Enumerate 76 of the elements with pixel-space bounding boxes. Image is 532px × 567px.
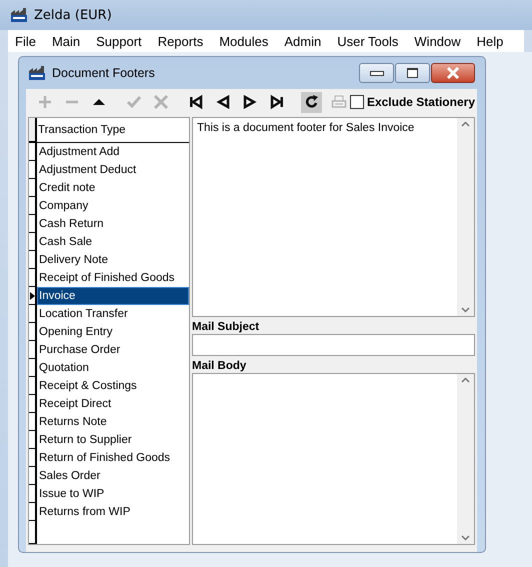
list-item[interactable]: Adjustment Add	[37, 143, 189, 161]
menu-item[interactable]: Support	[96, 34, 150, 48]
row-selector[interactable]	[29, 305, 37, 323]
mail-subject-field[interactable]	[192, 334, 475, 356]
list-item[interactable]: Adjustment Deduct	[37, 161, 189, 179]
menu-item[interactable]: Help	[476, 34, 512, 48]
row-pointer-icon	[30, 292, 35, 300]
row-selector[interactable]	[29, 233, 37, 251]
list-item[interactable]: Receipt Direct	[37, 395, 189, 413]
row-selector[interactable]	[29, 118, 37, 142]
menu-item[interactable]: Modules	[219, 34, 276, 48]
list-item[interactable]: Cash Sale	[37, 233, 189, 251]
row-selector[interactable]	[29, 413, 37, 431]
row-selector[interactable]	[29, 449, 37, 467]
row-selector[interactable]	[29, 485, 37, 503]
list-item[interactable]: Sales Order	[37, 467, 189, 485]
minimize-button[interactable]	[359, 63, 394, 83]
list-item[interactable]: Delivery Note	[37, 251, 189, 269]
list-item[interactable]: Opening Entry	[37, 323, 189, 341]
menu-item[interactable]: Reports	[158, 34, 212, 48]
app-logo-icon	[10, 7, 28, 23]
maximize-button[interactable]	[395, 63, 430, 83]
scroll-down-icon[interactable]	[461, 535, 470, 541]
row-selector[interactable]	[29, 467, 37, 485]
mail-body-field[interactable]	[192, 373, 475, 545]
scroll-down-icon[interactable]	[461, 307, 470, 313]
list-item[interactable]: Cash Return	[37, 215, 189, 233]
row-selector[interactable]	[29, 323, 37, 341]
checkbox[interactable]	[350, 95, 364, 109]
row-selector[interactable]	[29, 179, 37, 197]
scroll-up-icon[interactable]	[461, 121, 470, 127]
list-item[interactable]: Credit note	[37, 179, 189, 197]
list-item[interactable]: Receipt of Finished Goods	[37, 269, 189, 287]
column-header[interactable]: Transaction Type	[37, 118, 189, 142]
list-item[interactable]: Issue to WIP	[37, 485, 189, 503]
row-selector[interactable]	[29, 521, 37, 544]
list-item[interactable]: Return to Supplier	[37, 431, 189, 449]
row-selector[interactable]	[29, 341, 37, 359]
row-selector[interactable]	[29, 251, 37, 269]
close-button[interactable]	[431, 63, 475, 83]
list-item[interactable]: Invoice	[37, 287, 189, 305]
row-selector[interactable]	[29, 503, 37, 521]
field-label: Mail Subject	[192, 321, 260, 333]
row-selector[interactable]	[29, 359, 37, 377]
menu-item[interactable]: Main	[52, 34, 88, 48]
row-selector[interactable]	[29, 287, 37, 305]
row-selector[interactable]	[29, 377, 37, 395]
list-item[interactable]: Purchase Order	[37, 341, 189, 359]
window-title: Zelda (EUR)	[34, 8, 112, 22]
footer-text: This is a document footer for Sales Invoice	[196, 121, 416, 136]
list-item[interactable]: Returns from WIP	[37, 503, 189, 521]
list-item[interactable]: Location Transfer	[37, 305, 189, 323]
row-selector[interactable]	[29, 161, 37, 179]
menu-item[interactable]: File	[15, 34, 44, 48]
row-selector[interactable]	[29, 395, 37, 413]
row-selector[interactable]	[29, 143, 37, 161]
menu-item[interactable]: User Tools	[337, 34, 406, 48]
row-selector[interactable]	[29, 431, 37, 449]
list-item[interactable]: Receipt & Costings	[37, 377, 189, 395]
list-item[interactable]: Return of Finished Goods	[37, 449, 189, 467]
row-selector[interactable]	[29, 197, 37, 215]
dialog-title: Document Footers	[52, 66, 156, 80]
checkbox-label[interactable]: Exclude Stationery	[366, 95, 475, 109]
list-item[interactable]: Quotation	[37, 359, 189, 377]
list-item[interactable]: Company	[37, 197, 189, 215]
refresh-icon[interactable]	[301, 92, 322, 112]
row-selector[interactable]	[29, 269, 37, 287]
scroll-up-icon[interactable]	[461, 377, 470, 383]
row-selector[interactable]	[29, 215, 37, 233]
app-logo-icon	[28, 65, 46, 81]
close-icon	[446, 67, 460, 79]
field-label: Mail Body	[192, 360, 248, 372]
list-item[interactable]: Returns Note	[37, 413, 189, 431]
menu-item[interactable]: Window	[414, 34, 469, 48]
footer-text-area[interactable]: This is a document footer for Sales Invoice	[192, 117, 475, 317]
menu-item[interactable]: Admin	[284, 34, 330, 48]
